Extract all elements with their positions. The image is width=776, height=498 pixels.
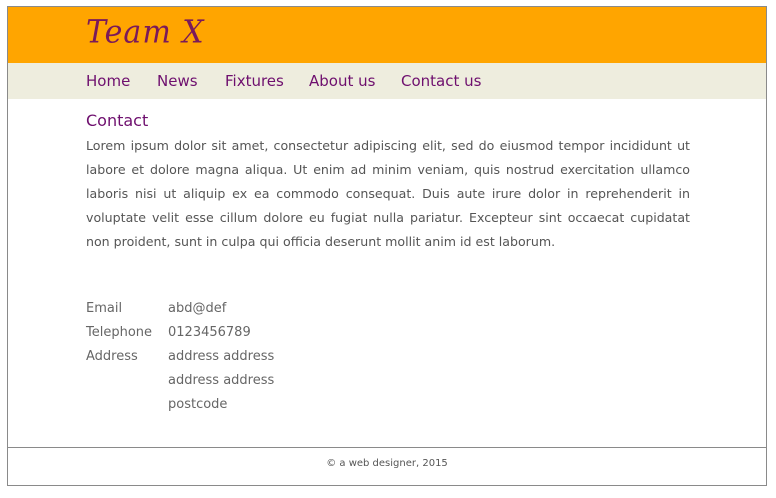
main-nav: Home News Fixtures About us Contact us xyxy=(8,63,766,99)
site-logo[interactable]: Team X xyxy=(86,12,205,54)
email-value: abd@def xyxy=(168,301,227,316)
telephone-label: Telephone xyxy=(86,325,153,340)
page-frame: Team X Home News Fixtures About us Conta… xyxy=(7,6,767,486)
nav-link-home[interactable]: Home xyxy=(86,63,130,99)
address-line-2: address address xyxy=(168,373,275,388)
copyright-text: © a web designer, 2015 xyxy=(326,458,448,469)
nav-link-fixtures[interactable]: Fixtures xyxy=(225,63,284,99)
site-footer: © a web designer, 2015 xyxy=(8,447,766,485)
address-line-1: address address xyxy=(168,349,275,364)
nav-link-news[interactable]: News xyxy=(157,63,198,99)
address-postcode: postcode xyxy=(168,397,228,412)
email-label: Email xyxy=(86,301,123,316)
site-header: Team X xyxy=(8,7,766,63)
body-text: Lorem ipsum dolor sit amet, consectetur … xyxy=(86,138,690,250)
nav-link-contact-us[interactable]: Contact us xyxy=(401,63,481,99)
nav-link-about-us[interactable]: About us xyxy=(309,63,375,99)
telephone-value: 0123456789 xyxy=(168,325,251,340)
page-title: Contact xyxy=(86,111,149,130)
address-label: Address xyxy=(86,349,138,364)
